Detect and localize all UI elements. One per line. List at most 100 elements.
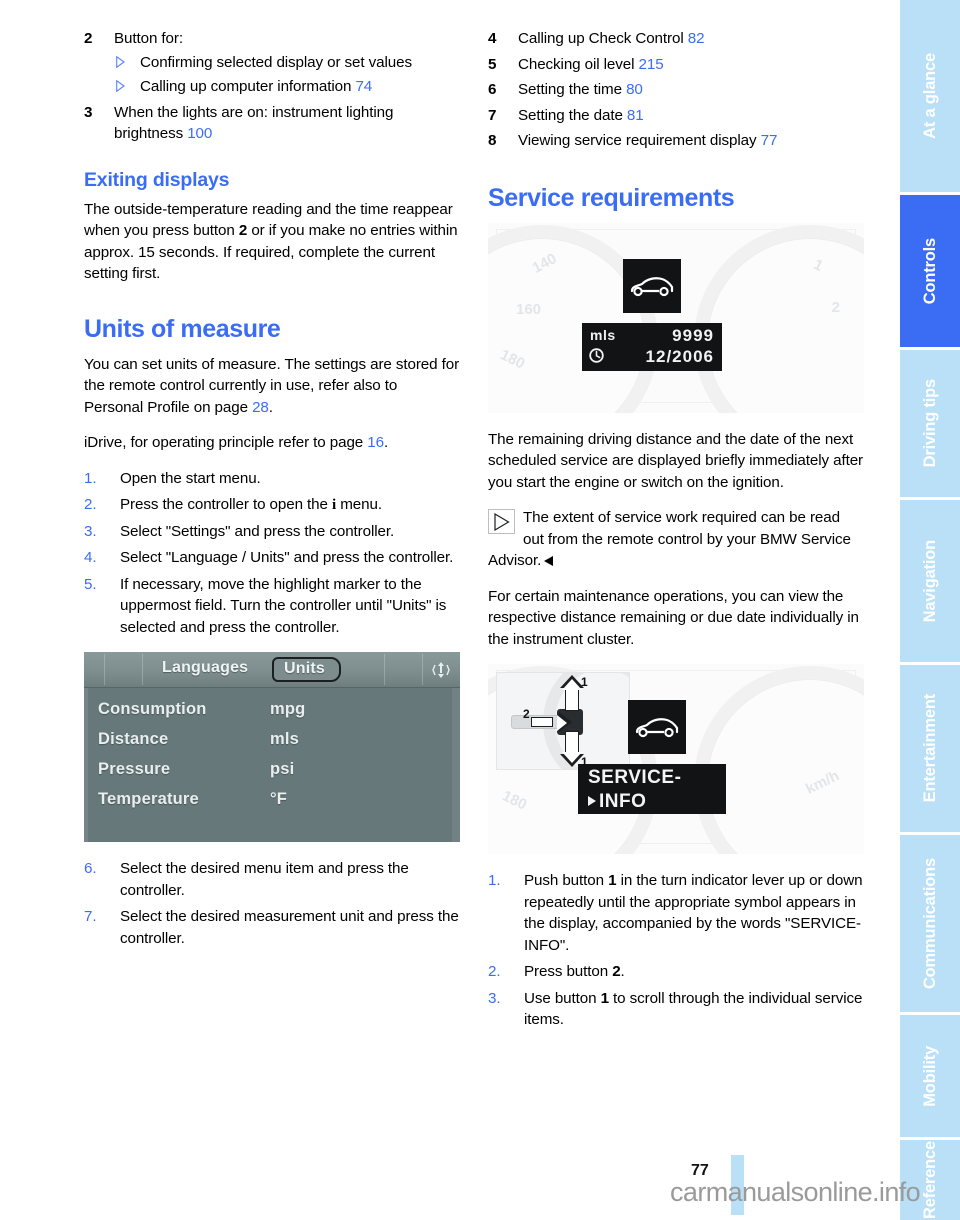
page-ref[interactable]: 77 bbox=[761, 132, 778, 149]
callout-item-7: 7 Setting the date 81 bbox=[488, 105, 864, 127]
idrive-ref-text: iDrive, for operating principle refer to… bbox=[84, 434, 368, 451]
step-text: Press the controller to open the i menu. bbox=[120, 496, 382, 513]
page-ref[interactable]: 16 bbox=[367, 434, 384, 451]
sidebar-tab-label: Controls bbox=[920, 237, 939, 305]
chapter-tab-sidebar: At a glance Controls Driving tips Naviga… bbox=[900, 0, 960, 1220]
step-item: 5. If necessary, move the highlight mark… bbox=[84, 574, 460, 639]
sub-item-confirming: Confirming selected display or set value… bbox=[114, 52, 460, 74]
step-item: 2. Press button 2. bbox=[488, 961, 864, 983]
step-number: 7. bbox=[84, 908, 97, 925]
note-text: The extent of service work required can … bbox=[488, 509, 851, 569]
sidebar-tab-entertainment[interactable]: Entertainment bbox=[900, 665, 960, 835]
up-down-scroll-icon bbox=[432, 660, 450, 680]
step-text-part1: Push button bbox=[524, 872, 609, 889]
callout-text: Checking oil level bbox=[518, 55, 635, 73]
step-button-number: 1 bbox=[600, 989, 609, 1007]
setting-value: psi bbox=[270, 760, 295, 778]
lever-label-1-bottom: 1 bbox=[581, 755, 588, 769]
callout-list-left: 2 Button for: Confirming selected displa… bbox=[84, 28, 460, 145]
instrument-cluster-image-1: 140 160 180 1 2 mls 9999 12/2006 bbox=[488, 222, 864, 413]
step-item: 3. Use button 1 to scroll through the in… bbox=[488, 988, 864, 1031]
page-ref[interactable]: 100 bbox=[187, 125, 212, 142]
paragraph-service-2: For certain maintenance operations, you … bbox=[488, 587, 859, 648]
left-column: 2 Button for: Confirming selected displa… bbox=[84, 28, 460, 963]
arrow-left-icon bbox=[531, 712, 572, 733]
info-i-icon: i bbox=[331, 496, 337, 513]
car-side-icon bbox=[630, 276, 674, 296]
step-text: Push button 1 in the turn indicator leve… bbox=[524, 872, 863, 954]
callout-item-6: 6 Setting the time 80 bbox=[488, 79, 864, 101]
sidebar-tab-navigation[interactable]: Navigation bbox=[900, 500, 960, 665]
page-ref[interactable]: 215 bbox=[639, 56, 664, 73]
steps-list-units-a: 1. Open the start menu. 2. Press the con… bbox=[84, 468, 460, 639]
list-item[interactable]: Distance mls bbox=[84, 730, 460, 760]
idrive-tab-bar: Languages Units bbox=[84, 652, 460, 688]
instrument-cluster-image-2: 180 km/h 1 1 2 SERVICE- INFO bbox=[488, 664, 864, 854]
callout-item-2: 2 Button for: Confirming selected displa… bbox=[84, 28, 460, 98]
service-data-display: mls 9999 12/2006 bbox=[582, 322, 722, 371]
figure-code bbox=[460, 834, 466, 836]
display-line-2-wrap: INFO bbox=[588, 790, 726, 814]
sidebar-tab-label: At a glance bbox=[920, 53, 939, 139]
sidebar-tab-label: Driving tips bbox=[920, 379, 939, 468]
step-item: 2. Press the controller to open the i me… bbox=[84, 494, 460, 516]
sub-item-text: Calling up computer information bbox=[140, 78, 352, 95]
tabbar-divider bbox=[422, 654, 423, 685]
callout-item-3: 3 When the lights are on: instrument lig… bbox=[84, 102, 460, 145]
arrow-down-icon bbox=[559, 731, 584, 767]
callout-text: Setting the date bbox=[518, 106, 623, 124]
steps-list-service: 1. Push button 1 in the turn indicator l… bbox=[488, 870, 864, 1031]
list-item[interactable]: Pressure psi bbox=[84, 760, 460, 790]
step-number: 5. bbox=[84, 575, 97, 593]
idrive-settings-list: Consumption mpg Distance mls Pressure ps… bbox=[84, 688, 460, 820]
paragraph-units-intro: You can set units of measure. The settin… bbox=[84, 354, 460, 419]
step-number: 3. bbox=[488, 989, 501, 1007]
callout-list-right: 4 Calling up Check Control 82 5 Checking… bbox=[488, 28, 864, 152]
heading-exiting-displays: Exiting displays bbox=[84, 168, 230, 191]
step-text: If necessary, move the highlight marker … bbox=[120, 575, 447, 636]
page-ref[interactable]: 74 bbox=[355, 78, 372, 95]
sidebar-tab-communications[interactable]: Communications bbox=[900, 835, 960, 1015]
turn-indicator-lever-inset: 1 1 2 bbox=[496, 672, 630, 770]
callout-sublist: Confirming selected display or set value… bbox=[114, 52, 460, 98]
page-ref[interactable]: 81 bbox=[627, 107, 644, 124]
display-line-1: SERVICE- bbox=[588, 767, 682, 788]
idrive-screen: Languages Units Consumption mpg Distance… bbox=[84, 652, 460, 842]
note-block: The extent of service work required can … bbox=[488, 507, 864, 572]
sidebar-tab-at-a-glance[interactable]: At a glance bbox=[900, 0, 960, 195]
idrive-ref-period: . bbox=[383, 434, 389, 451]
list-item[interactable]: Temperature °F bbox=[84, 790, 460, 820]
callout-text: Calling up Check Control bbox=[518, 30, 684, 47]
sidebar-tab-driving-tips[interactable]: Driving tips bbox=[900, 350, 960, 500]
car-side-icon bbox=[635, 718, 679, 738]
tab-units[interactable]: Units bbox=[272, 657, 341, 682]
callout-text: When the lights are on: instrument light… bbox=[114, 103, 394, 143]
list-item[interactable]: Consumption mpg bbox=[84, 700, 460, 730]
step-text: Use button 1 to scroll through the indiv… bbox=[524, 990, 862, 1029]
page-ref[interactable]: 82 bbox=[688, 30, 705, 47]
callout-number: 2 bbox=[84, 30, 93, 47]
step-text-part2: . bbox=[620, 963, 625, 980]
callout-text: Setting the time bbox=[518, 81, 622, 98]
sidebar-tab-mobility[interactable]: Mobility bbox=[900, 1015, 960, 1140]
tab-languages[interactable]: Languages bbox=[162, 659, 248, 677]
sidebar-tab-controls[interactable]: Controls bbox=[900, 195, 960, 350]
page-ref[interactable]: 28 bbox=[252, 399, 269, 416]
clock-icon bbox=[589, 347, 604, 368]
lever-label-1-top: 1 bbox=[581, 675, 588, 689]
note-end-marker bbox=[544, 556, 554, 566]
service-symbol-display bbox=[628, 700, 686, 754]
paragraph-service-1: The remaining driving distance and the d… bbox=[488, 430, 864, 491]
heading-service-requirements: Service requirements bbox=[488, 183, 735, 212]
note-triangle-icon bbox=[488, 509, 515, 534]
service-date-value: 12/2006 bbox=[645, 346, 714, 366]
watermark: carmanualsonline.info bbox=[670, 1177, 921, 1207]
callout-number: 4 bbox=[488, 30, 497, 47]
setting-label: Temperature bbox=[98, 790, 199, 808]
heading-units-of-measure: Units of measure bbox=[84, 314, 281, 343]
step-item: 1. Open the start menu. bbox=[84, 468, 460, 490]
page-ref[interactable]: 80 bbox=[626, 81, 643, 98]
paragraph-idrive-ref: iDrive, for operating principle refer to… bbox=[84, 432, 460, 454]
callout-item-4: 4 Calling up Check Control 82 bbox=[488, 28, 864, 50]
sidebar-tab-label: Mobility bbox=[920, 1045, 939, 1107]
